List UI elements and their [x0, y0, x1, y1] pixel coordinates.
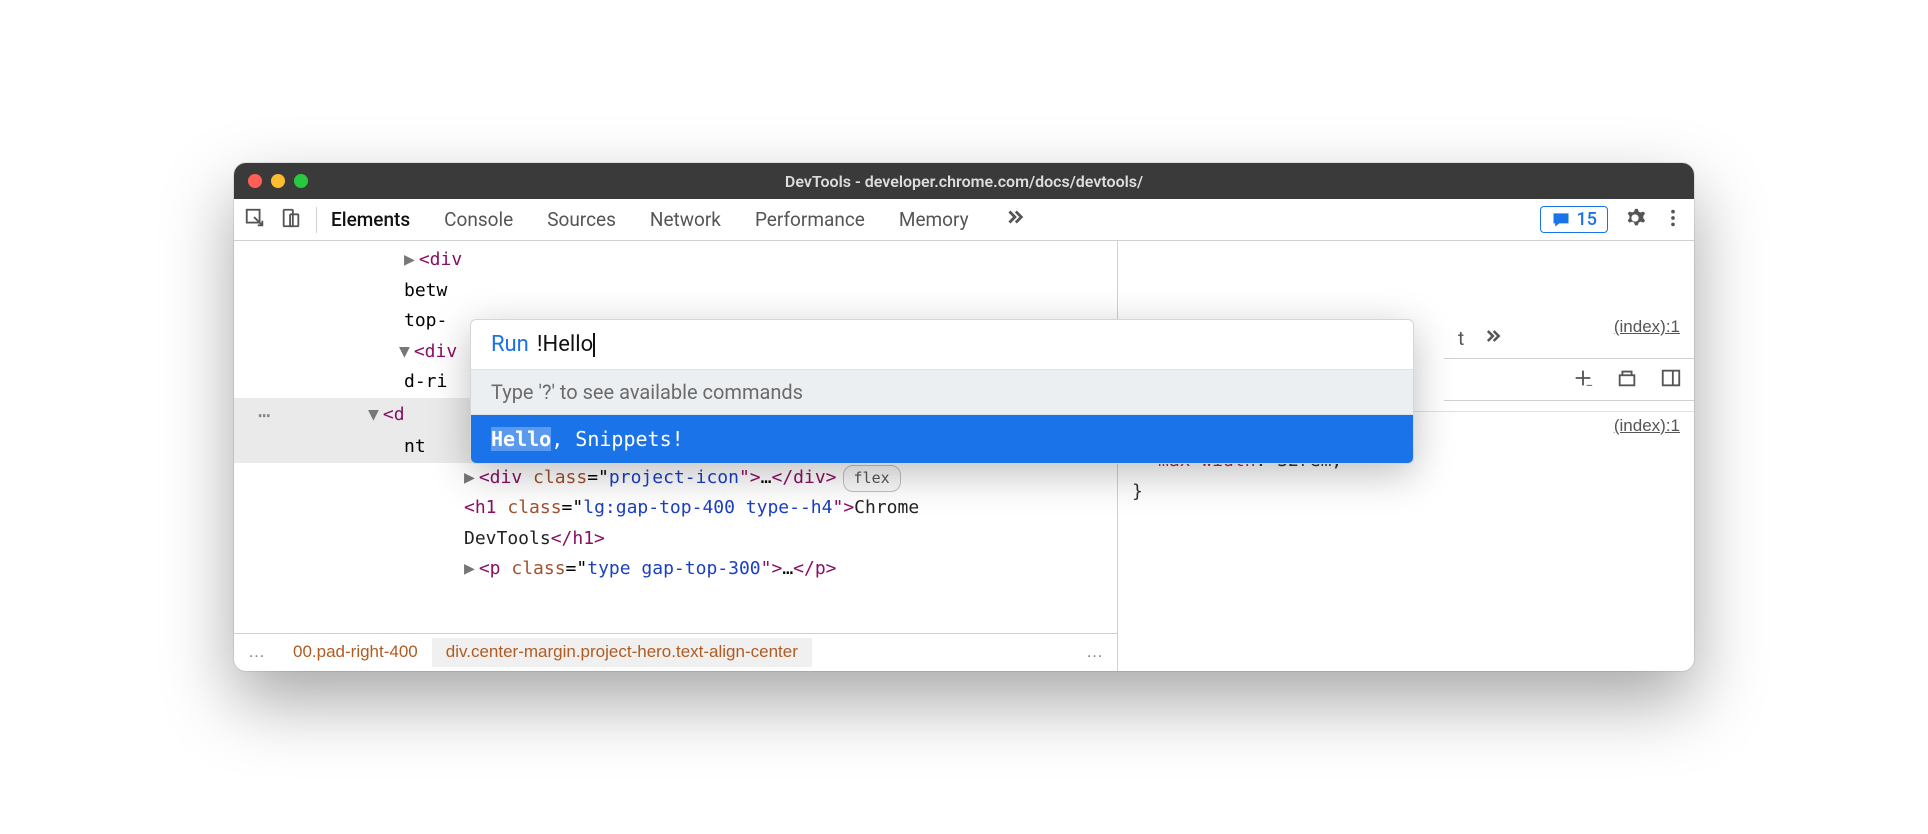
close-window-button[interactable]: [248, 174, 262, 188]
tab-sources[interactable]: Sources: [547, 208, 616, 231]
window-title: DevTools - developer.chrome.com/docs/dev…: [234, 172, 1694, 191]
tab-elements[interactable]: Elements: [331, 208, 410, 231]
content-area: t ▶<div betw top- ▼<div d-ri: [234, 241, 1694, 671]
minimize-window-button[interactable]: [271, 174, 285, 188]
tab-performance[interactable]: Performance: [755, 208, 865, 231]
rule-source-link[interactable]: (index):1: [1614, 313, 1680, 342]
message-count: 15: [1577, 209, 1597, 230]
settings-icon[interactable]: [1624, 207, 1646, 233]
ellipsis-icon[interactable]: ⋯: [234, 398, 282, 432]
more-menu-icon[interactable]: [1662, 207, 1684, 233]
breadcrumb-ellipsis-left[interactable]: …: [234, 638, 279, 667]
main-toolbar: Elements Console Sources Network Perform…: [234, 199, 1694, 241]
titlebar: DevTools - developer.chrome.com/docs/dev…: [234, 163, 1694, 199]
devtools-window: DevTools - developer.chrome.com/docs/dev…: [234, 163, 1694, 671]
breadcrumb-ellipsis-right[interactable]: …: [1072, 638, 1117, 667]
command-hint: Type '?' to see available commands: [471, 369, 1413, 415]
command-menu: Run !Hello Type '?' to see available com…: [470, 319, 1414, 464]
breadcrumb-item[interactable]: 00.pad-right-400: [279, 638, 432, 667]
flex-badge[interactable]: flex: [843, 465, 901, 493]
breadcrumb-item-active[interactable]: div.center-margin.project-hero.text-alig…: [432, 638, 812, 667]
console-messages-badge[interactable]: 15: [1540, 206, 1608, 233]
panel-tabs: Elements Console Sources Network Perform…: [331, 206, 1025, 233]
traffic-lights: [248, 174, 308, 188]
result-rest: , Snippets!: [551, 427, 683, 451]
tab-memory[interactable]: Memory: [899, 208, 969, 231]
command-prefix: Run: [491, 332, 529, 357]
text-cursor: [593, 333, 595, 357]
result-highlight: Hello: [491, 427, 551, 451]
tab-console[interactable]: Console: [444, 208, 513, 231]
device-toolbar-icon[interactable]: [280, 207, 302, 233]
tab-network[interactable]: Network: [650, 208, 721, 231]
maximize-window-button[interactable]: [294, 174, 308, 188]
more-tabs-icon[interactable]: [1003, 206, 1025, 233]
rule-source-link[interactable]: (index):1: [1614, 412, 1680, 441]
command-query: !Hello: [537, 332, 593, 357]
breadcrumb-bar: … 00.pad-right-400 div.center-margin.pro…: [234, 633, 1117, 671]
command-result-item[interactable]: Hello, Snippets!: [471, 415, 1413, 463]
command-input[interactable]: Run !Hello: [471, 320, 1413, 369]
inspect-element-icon[interactable]: [244, 207, 266, 233]
